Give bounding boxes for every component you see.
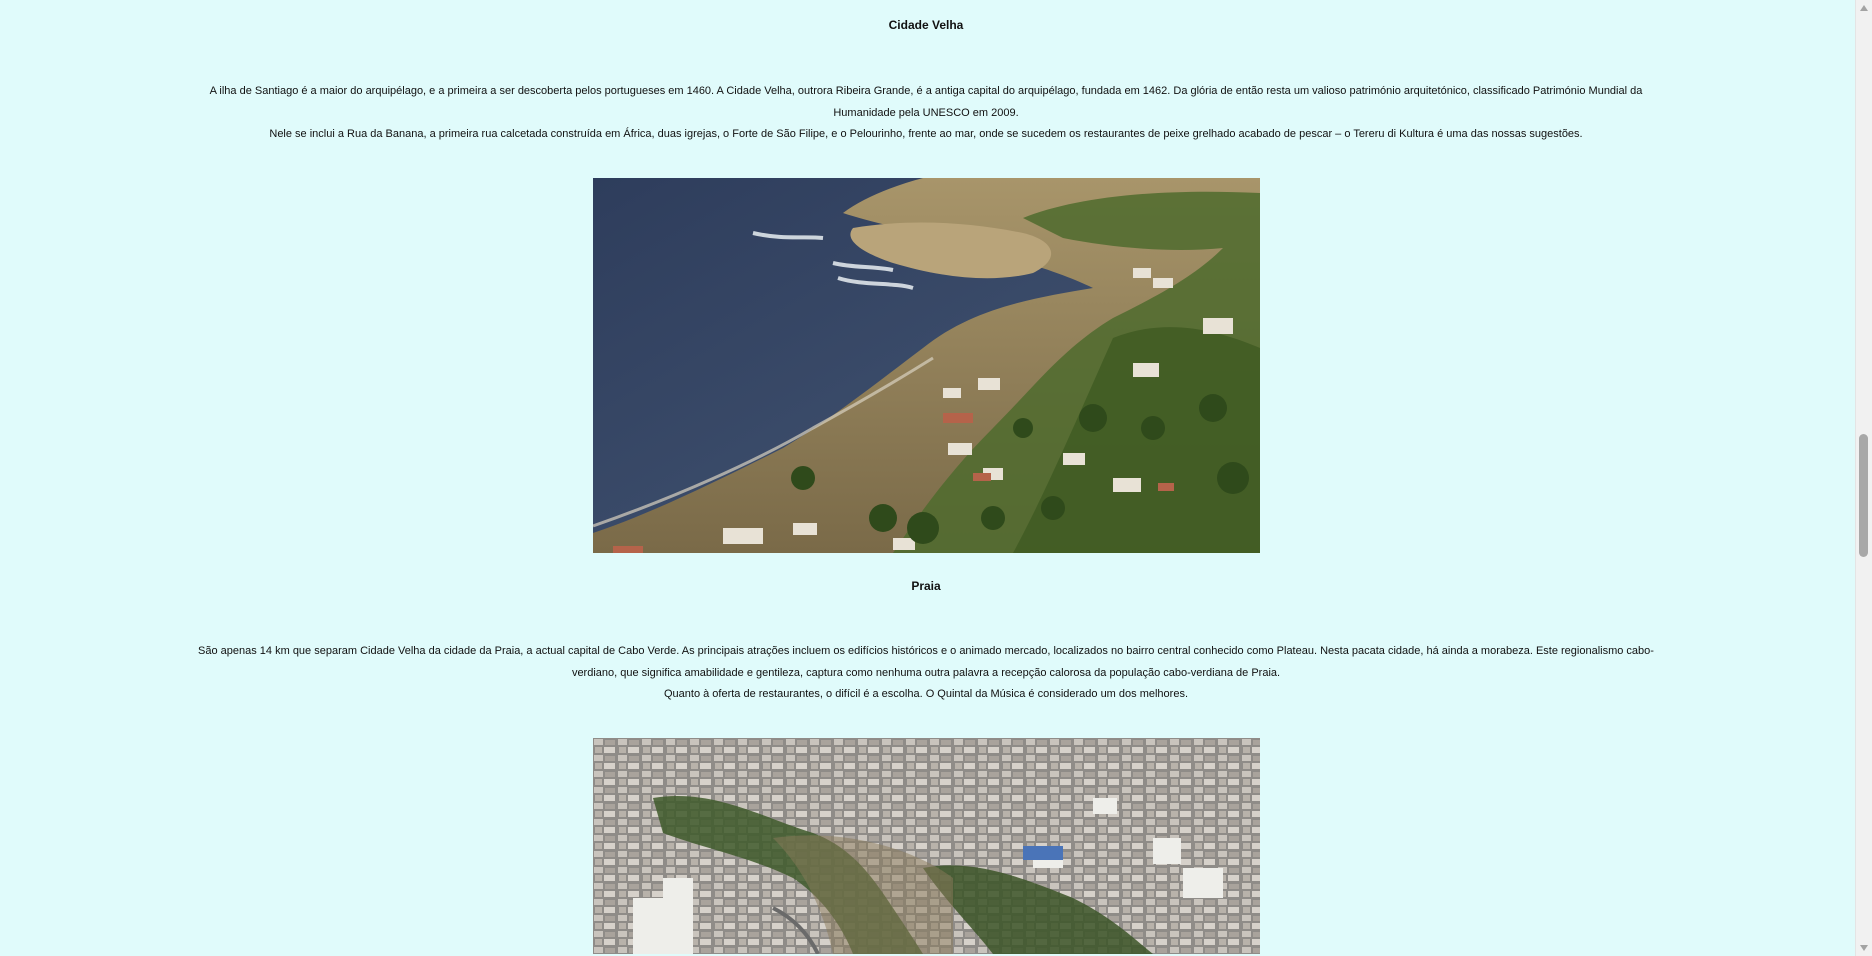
paragraph-text: A ilha de Santiago é a maior do arquipél… (209, 85, 1643, 119)
paragraph-text: São apenas 14 km que separam Cidade Velh… (198, 645, 1654, 679)
scroll-up-button[interactable] (1856, 0, 1872, 16)
coastal-village-illustration (593, 178, 1260, 553)
triangle-down-icon (1860, 945, 1868, 951)
paragraph-text: Quanto à oferta de restaurantes, o difíc… (663, 688, 1188, 700)
paragraph-text: Nele se inclui a Rua da Banana, a primei… (269, 128, 1583, 140)
section-title-praia: Praia (911, 579, 941, 593)
scrollbar-thumb[interactable] (1859, 434, 1868, 557)
section-paragraph-praia: São apenas 14 km que separam Cidade Velh… (186, 641, 1666, 706)
page-content: Cidade Velha A ilha de Santiago é a maio… (0, 0, 1856, 956)
aerial-city-photo (593, 738, 1260, 954)
city-aerial-illustration (593, 738, 1260, 954)
triangle-up-icon (1860, 5, 1868, 11)
vertical-scrollbar[interactable] (1855, 0, 1872, 956)
scroll-down-button[interactable] (1856, 940, 1872, 956)
aerial-coastal-village-photo (593, 178, 1260, 553)
section-title-cidade-velha: Cidade Velha (888, 18, 964, 32)
section-paragraph-cidade-velha: A ilha de Santiago é a maior do arquipél… (186, 81, 1666, 146)
